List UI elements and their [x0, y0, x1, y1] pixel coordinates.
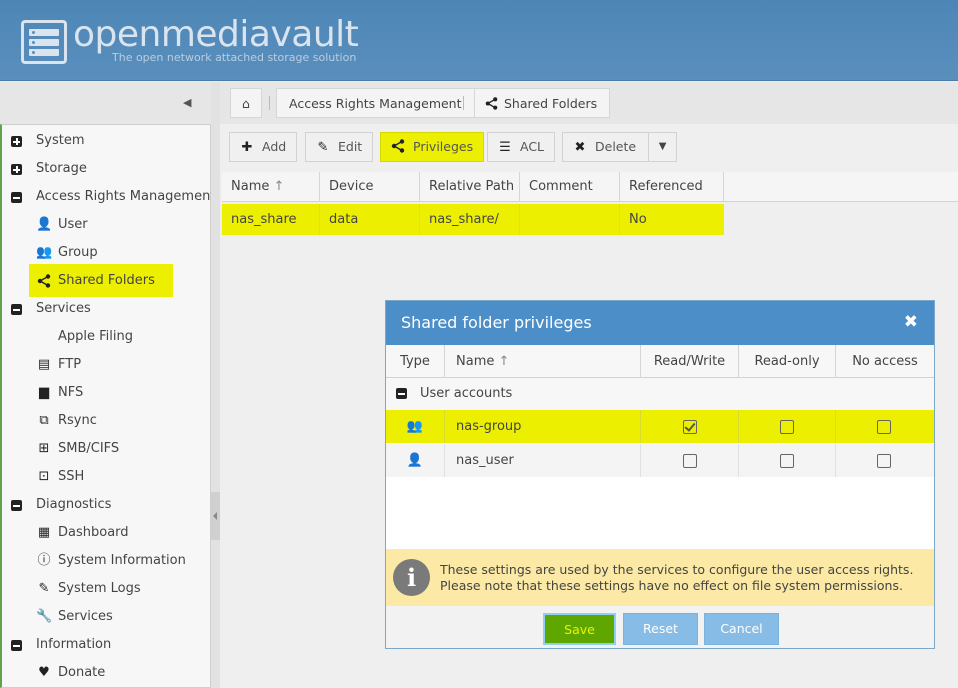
read-write-checkbox[interactable]	[683, 454, 697, 468]
col-device[interactable]: Device	[320, 172, 420, 202]
splitter-collapse-handle[interactable]	[211, 492, 220, 540]
times-icon: ✖	[574, 140, 586, 155]
dropdown-arrow-icon[interactable]: ▼	[648, 133, 676, 161]
sidebar-header: ◀	[0, 82, 211, 124]
heart-icon: ♥	[38, 665, 50, 680]
terminal-icon: ⊡	[38, 469, 50, 484]
sort-asc-icon: ↑	[498, 354, 510, 369]
collapse-sidebar-icon[interactable]: ◀	[183, 96, 191, 109]
list-icon: ☰	[499, 140, 511, 155]
info-message: i These settings are used by the service…	[386, 549, 934, 606]
windows-icon: ⊞	[38, 441, 50, 456]
dialog-title: Shared folder privileges	[401, 313, 592, 332]
col-read-write[interactable]: Read/Write	[641, 345, 739, 378]
splitter[interactable]	[211, 82, 220, 688]
sidebar-tree: System Storage Access Rights Management …	[0, 124, 215, 688]
collapse-icon[interactable]	[11, 640, 22, 651]
col-no-access[interactable]: No access	[836, 345, 934, 378]
brand-title: openmediavault	[73, 14, 359, 55]
collapse-icon[interactable]	[11, 304, 22, 315]
cancel-button[interactable]: Cancel	[704, 613, 779, 645]
pencil-icon: ✎	[317, 140, 329, 155]
omv-logo-icon	[21, 20, 67, 64]
edit-log-icon: ✎	[38, 581, 50, 596]
info-icon: i	[393, 559, 430, 596]
breadcrumb-shared-folders[interactable]: Shared Folders	[474, 88, 611, 118]
share-icon	[485, 97, 498, 110]
dialog-grid-header: Type Name ↑ Read/Write Read-only No acce…	[386, 345, 934, 378]
delete-button[interactable]: ✖ Delete ▼	[562, 132, 678, 162]
read-write-checkbox[interactable]	[683, 420, 697, 434]
collapse-icon[interactable]	[396, 388, 407, 399]
dialog-titlebar[interactable]: Shared folder privileges ✖	[386, 301, 934, 345]
col-referenced[interactable]: Referenced	[620, 172, 724, 202]
no-access-checkbox[interactable]	[877, 420, 891, 434]
col-read-only[interactable]: Read-only	[739, 345, 836, 378]
share-icon	[389, 134, 407, 162]
acl-button[interactable]: ☰ ACL	[487, 132, 556, 162]
read-only-checkbox[interactable]	[780, 420, 794, 434]
group-user-accounts[interactable]: User accounts	[386, 378, 934, 410]
plus-icon: ✚	[241, 140, 253, 155]
privileges-button[interactable]: Privileges	[380, 132, 485, 162]
brand-tagline: The open network attached storage soluti…	[112, 51, 357, 64]
col-comment[interactable]: Comment	[520, 172, 620, 202]
grid-header: Name ↑ Device Relative Path Comment Refe…	[222, 172, 958, 202]
wrench-icon: 🔧	[36, 609, 53, 624]
home-icon: ⌂	[242, 96, 250, 111]
table-row[interactable]: 👥 nas-group	[386, 410, 934, 443]
reset-button[interactable]: Reset	[623, 613, 698, 645]
server-icon: ▤	[37, 357, 51, 372]
dashboard-icon: ▦	[37, 525, 51, 540]
info-circle-icon: ⓘ	[37, 553, 51, 568]
collapse-icon[interactable]	[11, 500, 22, 511]
group-icon: 👥	[36, 245, 53, 260]
user-icon: 👤	[386, 444, 445, 477]
no-access-checkbox[interactable]	[877, 454, 891, 468]
sort-asc-icon: ↑	[273, 179, 285, 194]
privileges-dialog: Shared folder privileges ✖ Type Name ↑ R…	[385, 300, 935, 649]
save-button[interactable]: Save	[543, 613, 616, 645]
expand-icon[interactable]	[11, 164, 22, 175]
network-icon: ⧉	[39, 413, 49, 428]
group-icon: 👥	[386, 410, 445, 443]
col-name[interactable]: Name ↑	[222, 172, 320, 202]
add-button[interactable]: ✚ Add	[229, 132, 298, 162]
edit-button[interactable]: ✎ Edit	[305, 132, 374, 162]
breadcrumb: ⌂ Access Rights Management Shared Folder…	[220, 82, 958, 124]
read-only-checkbox[interactable]	[780, 454, 794, 468]
col-relative-path[interactable]: Relative Path	[420, 172, 520, 202]
close-icon[interactable]: ✖	[904, 312, 918, 332]
app-header: openmediavault The open network attached…	[0, 0, 958, 81]
user-icon: 👤	[36, 217, 53, 232]
col-type[interactable]: Type	[386, 345, 445, 378]
collapse-icon[interactable]	[11, 192, 22, 203]
expand-icon[interactable]	[11, 136, 22, 147]
breadcrumb-home[interactable]: ⌂	[230, 88, 262, 118]
desktop-icon: ▆	[39, 385, 49, 400]
table-row[interactable]: 👤 nas_user	[386, 444, 934, 477]
col-name[interactable]: Name ↑	[445, 345, 641, 378]
dialog-button-bar: Save Reset Cancel	[386, 606, 934, 648]
breadcrumb-access-rights[interactable]: Access Rights Management	[276, 88, 475, 118]
table-row[interactable]: nas_share data nas_share/ No	[222, 204, 724, 235]
